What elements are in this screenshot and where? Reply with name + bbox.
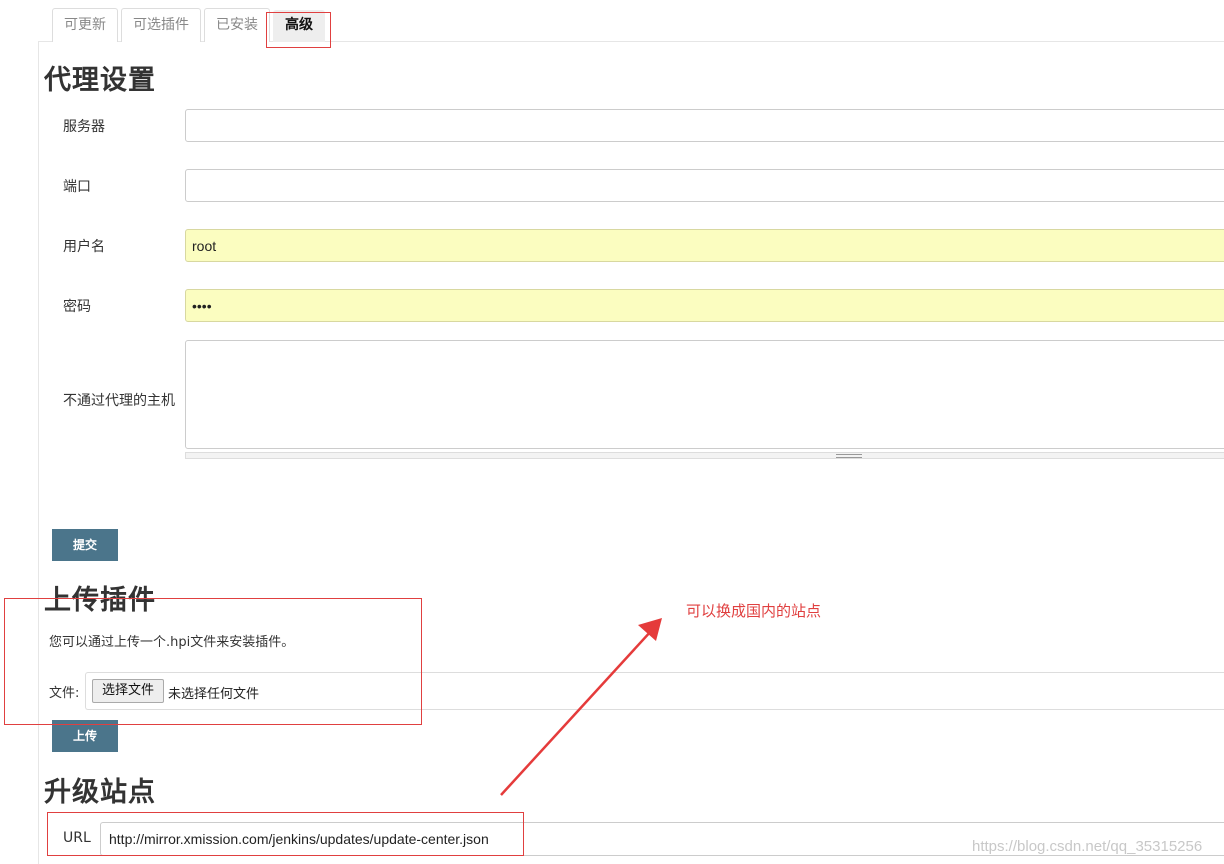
watermark: https://blog.csdn.net/qq_35315256 [972,838,1203,855]
annotation-arrow-icon [500,618,662,796]
